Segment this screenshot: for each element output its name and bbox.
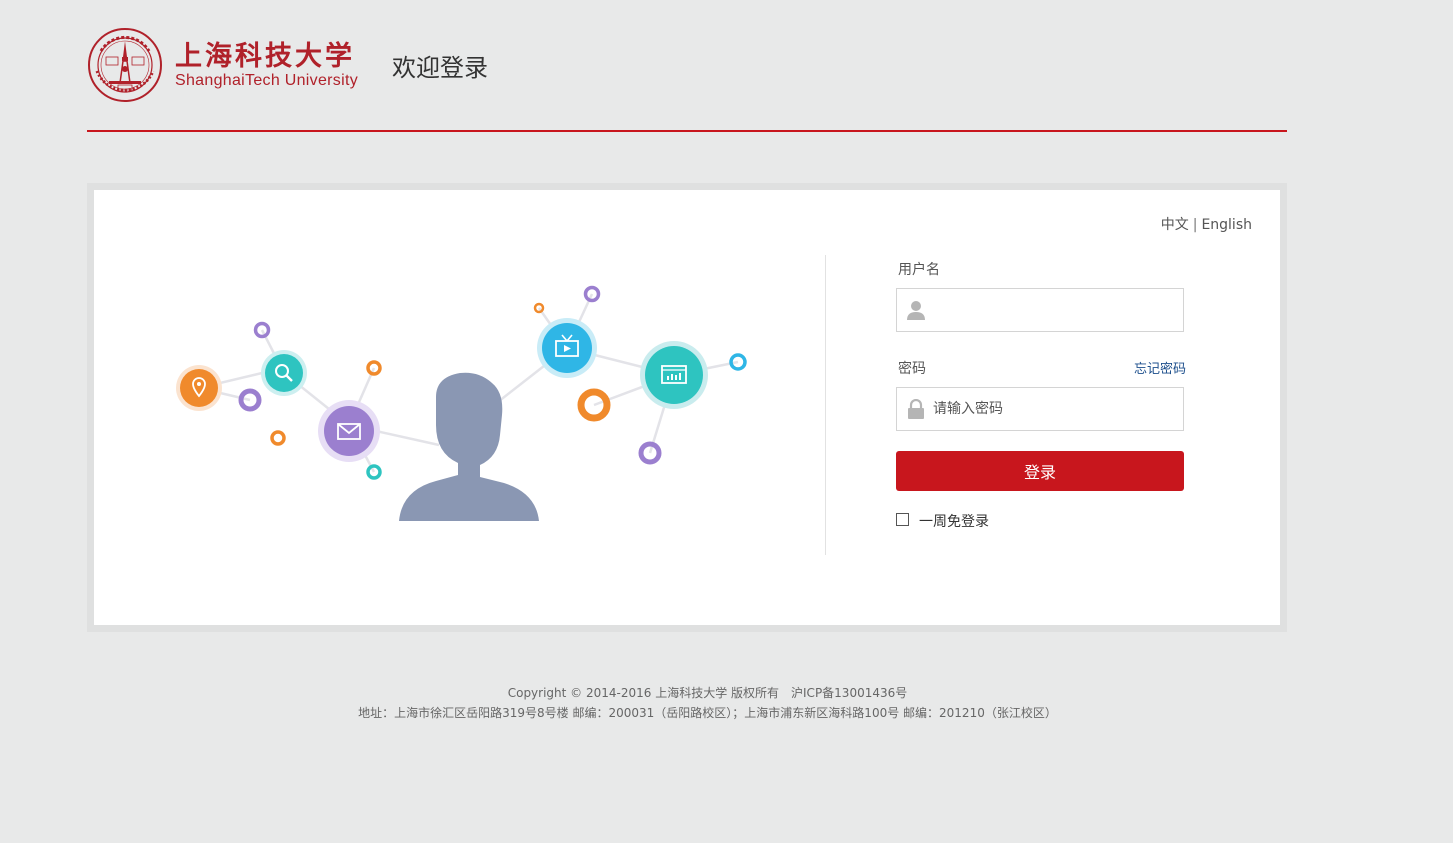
password-label: 密码 [898,361,926,377]
password-input[interactable] [933,388,1181,430]
lock-icon [908,399,924,419]
login-card-frame: 中文 | English 用户名 密码 忘记密码 登录 一周免登录 [87,183,1287,632]
lang-separator: | [1192,217,1198,233]
login-card: 中文 | English 用户名 密码 忘记密码 登录 一周免登录 [94,190,1280,625]
remember-label: 一周免登录 [919,514,989,530]
tv-node [537,318,597,378]
username-field-box [896,288,1184,332]
password-field-box [896,387,1184,431]
page-footer: Copyright © 2014-2016 上海科技大学 版权所有 沪ICP备1… [0,683,1415,723]
network-illustration [176,285,747,521]
mail-node [318,400,380,462]
lang-english-link[interactable]: English [1201,217,1252,233]
forgot-password-link[interactable]: 忘记密码 [1134,358,1186,377]
page-title: 欢迎登录 [392,54,488,82]
username-label: 用户名 [898,262,940,278]
university-seal-icon [88,28,162,102]
logo-english-name: ShanghaiTech University [175,72,358,89]
lang-chinese-link[interactable]: 中文 [1161,217,1189,233]
search-node [261,350,307,396]
user-icon [907,301,925,320]
copyright-text: Copyright © 2014-2016 上海科技大学 版权所有 沪ICP备1… [507,686,908,700]
username-input[interactable] [933,289,1181,331]
address-text: 地址：上海市徐汇区岳阳路319号8号楼 邮编：200031（岳阳路校区）；上海市… [358,706,1057,720]
remember-checkbox[interactable] [896,513,909,526]
vertical-divider [825,255,826,555]
person-silhouette [399,372,539,521]
language-switcher: 中文 | English [1161,214,1252,234]
chart-node [640,341,708,409]
login-button[interactable]: 登录 [896,451,1184,491]
page-header: 上海科技大学 ShanghaiTech University 欢迎登录 [87,22,1287,132]
header-divider [87,130,1287,132]
logo-chinese-name: 上海科技大学 [175,41,355,72]
location-node [176,365,222,411]
